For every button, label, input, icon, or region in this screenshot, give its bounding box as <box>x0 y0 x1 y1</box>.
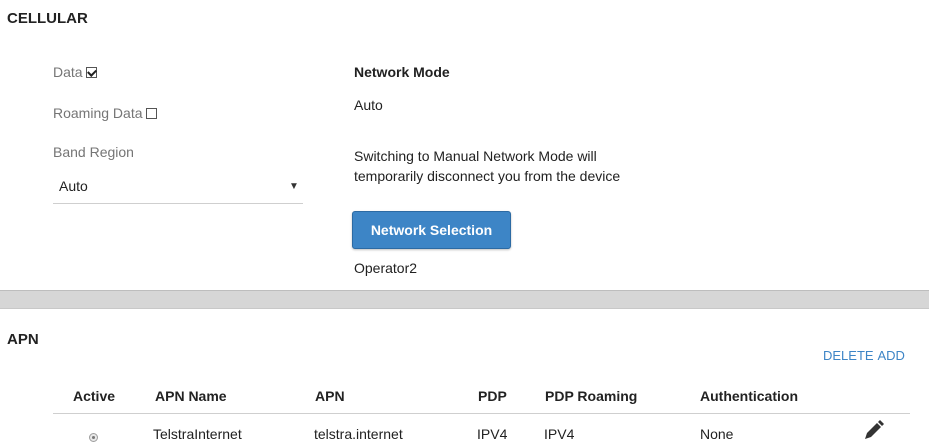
band-region-underline <box>53 203 303 204</box>
section-divider <box>0 290 929 309</box>
table-header-divider <box>53 413 910 414</box>
band-region-select[interactable]: Auto ▼ <box>53 176 303 202</box>
column-header-pdp[interactable]: PDP <box>478 388 507 404</box>
radio-icon[interactable] <box>89 433 98 442</box>
network-selection-button[interactable]: Network Selection <box>352 211 511 249</box>
operator-name: Operator2 <box>354 260 418 276</box>
caret-down-icon: ▼ <box>289 181 299 192</box>
pdp-cell: IPV4 <box>477 426 508 442</box>
cellular-title: CELLULAR <box>7 10 88 27</box>
apn-actions: DELETE ADD <box>823 347 905 363</box>
pdp-roaming-cell: IPV4 <box>544 426 575 442</box>
band-region-label: Band Region <box>53 144 134 160</box>
column-header-apn-name[interactable]: APN Name <box>155 388 227 404</box>
apn-title: APN <box>7 331 39 348</box>
data-row: Data <box>53 64 97 80</box>
apn-name-cell: TelstraInternet <box>153 426 242 442</box>
add-button[interactable]: ADD <box>877 348 904 363</box>
apn-cell: telstra.internet <box>314 426 403 442</box>
table-row[interactable]: TelstraInternet telstra.internet IPV4 IP… <box>0 420 929 443</box>
data-checkbox[interactable] <box>85 67 97 78</box>
delete-button[interactable]: DELETE <box>823 348 874 363</box>
pencil-icon[interactable] <box>862 420 886 442</box>
authentication-cell: None <box>700 426 734 442</box>
roaming-data-label: Roaming Data <box>53 105 143 121</box>
roaming-data-checkbox[interactable] <box>145 108 157 119</box>
data-label: Data <box>53 64 83 80</box>
column-header-pdp-roaming[interactable]: PDP Roaming <box>545 388 637 404</box>
column-header-apn[interactable]: APN <box>315 388 345 404</box>
roaming-data-row: Roaming Data <box>53 105 157 121</box>
column-header-active[interactable]: Active <box>73 388 115 404</box>
network-mode-warning: Switching to Manual Network Mode will te… <box>354 148 621 184</box>
network-mode-value: Auto <box>354 97 383 113</box>
column-header-authentication[interactable]: Authentication <box>700 388 798 404</box>
band-region-value: Auto <box>59 178 88 194</box>
network-mode-label: Network Mode <box>354 64 450 80</box>
